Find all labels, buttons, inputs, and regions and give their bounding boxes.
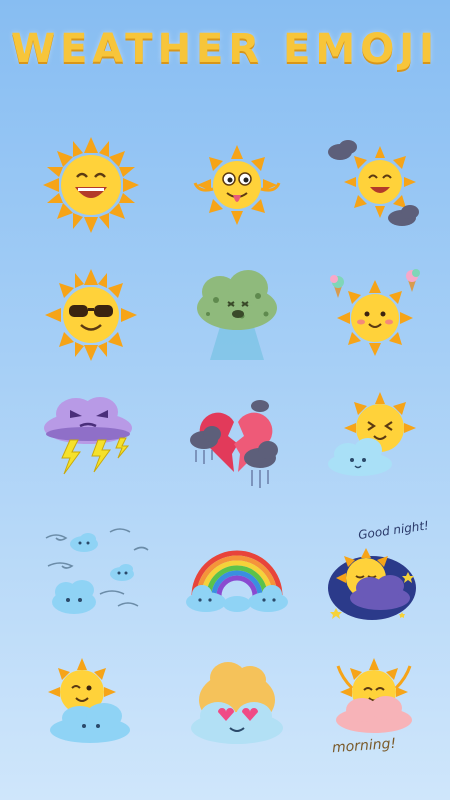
sun-cloud-hug-icon — [328, 392, 416, 476]
windy-clouds-icon — [45, 528, 149, 614]
broken-heart-icon — [190, 400, 278, 488]
sticker-sun-with-storm-clouds[interactable] — [322, 130, 432, 240]
sticker-broken-heart-rain-clouds[interactable] — [184, 392, 294, 502]
cool-sun-icon — [45, 269, 137, 361]
sticker-rainbow-clouds[interactable] — [182, 532, 292, 642]
thunder-cloud-icon — [44, 397, 132, 475]
sticker-good-morning-sun-cloud[interactable]: morning! — [322, 652, 432, 762]
sticker-sun-hugging-cloud[interactable] — [322, 388, 432, 498]
laughing-sun-icon — [43, 137, 139, 233]
sun-storm-icon — [328, 140, 419, 226]
sick-cloud-icon — [197, 270, 277, 360]
winking-sun-icon — [48, 658, 130, 743]
sticker-laughing-sun[interactable] — [36, 130, 146, 240]
sticker-windy-clouds[interactable] — [40, 522, 150, 632]
sticker-silly-tongue-sun[interactable] — [182, 130, 292, 240]
rainbow-icon — [186, 550, 288, 612]
silly-sun-icon — [193, 145, 281, 225]
sticker-cool-sunglasses-sun[interactable] — [36, 260, 146, 370]
ice-cream-sun-icon — [330, 269, 420, 356]
sticker-angry-thunder-cloud[interactable] — [36, 388, 146, 498]
heart-eyes-cloud-icon — [191, 662, 283, 744]
sticker-grid: Good night! morning! — [0, 130, 450, 770]
sticker-good-night-sun-cloud[interactable]: Good night! — [322, 518, 432, 632]
sticker-ice-cream-sun[interactable] — [320, 260, 430, 370]
sticker-winking-sun-cloud[interactable] — [40, 652, 150, 762]
sticker-sick-green-cloud[interactable] — [182, 260, 292, 370]
sticker-heart-eyes-cloud[interactable] — [182, 656, 292, 766]
page-title: WEATHER EMOJI — [10, 26, 439, 72]
